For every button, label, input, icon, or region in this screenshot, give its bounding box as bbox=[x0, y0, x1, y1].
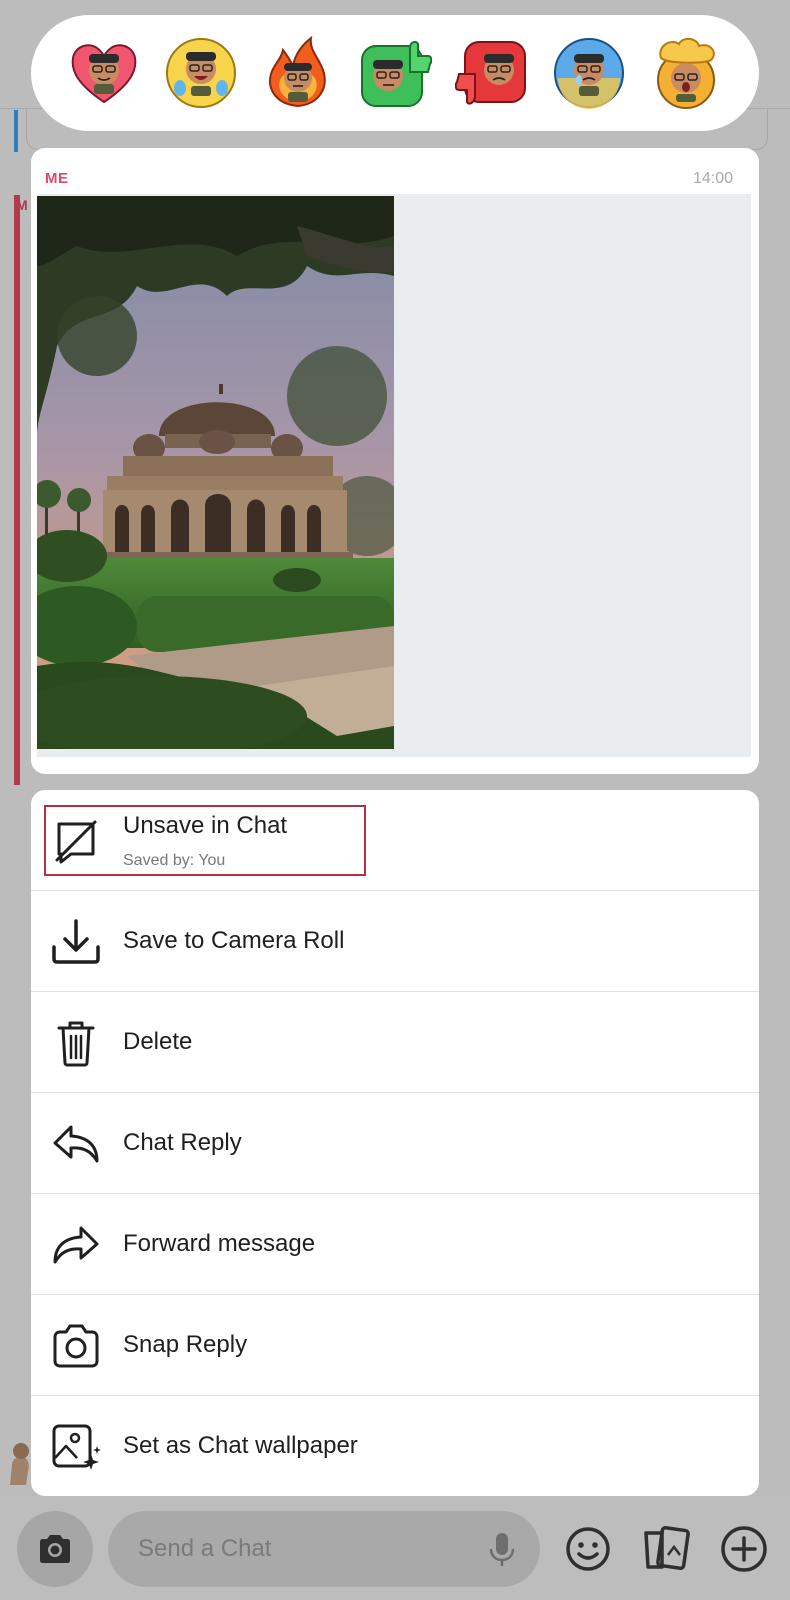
thumbs-down-bitmoji-icon bbox=[455, 41, 527, 105]
heart-bitmoji-icon bbox=[71, 44, 136, 104]
menu-item-label: Unsave in Chat bbox=[123, 812, 288, 839]
add-plus-icon[interactable] bbox=[716, 1521, 772, 1577]
chat-input-placeholder: Send a Chat bbox=[138, 1535, 272, 1562]
forward-arrow-icon bbox=[53, 1226, 99, 1264]
menu-item-label: Delete bbox=[123, 1028, 193, 1055]
menu-item-label: Set as Chat wallpaper bbox=[123, 1432, 358, 1459]
message-sender: ME bbox=[45, 170, 69, 187]
menu-item-label: Forward message bbox=[123, 1230, 316, 1257]
tomb-photo-image bbox=[37, 196, 394, 749]
menu-item-label: Snap Reply bbox=[123, 1331, 248, 1358]
trash-icon bbox=[57, 1021, 95, 1067]
thumbs-up-bitmoji-icon bbox=[360, 40, 432, 107]
reaction-heart-eyes[interactable] bbox=[67, 36, 141, 110]
reaction-crying[interactable] bbox=[552, 36, 626, 110]
reply-arrow-icon bbox=[53, 1125, 99, 1163]
menu-item-forward-message[interactable]: Forward message bbox=[31, 1194, 759, 1295]
mind-blown-bitmoji-icon bbox=[657, 38, 716, 109]
microphone-icon[interactable] bbox=[482, 1529, 522, 1569]
message-media-area bbox=[37, 194, 751, 757]
background-sender-initial: M bbox=[16, 197, 28, 213]
menu-item-save-to-camera-roll[interactable]: Save to Camera Roll bbox=[31, 891, 759, 992]
reaction-thumbs-up[interactable] bbox=[358, 36, 432, 110]
chat-bottom-bar: Send a Chat bbox=[0, 1497, 790, 1600]
reaction-fire[interactable] bbox=[261, 36, 335, 110]
reaction-laughing[interactable] bbox=[164, 36, 238, 110]
message-time: 14:00 bbox=[692, 170, 733, 187]
camera-button[interactable] bbox=[17, 1511, 93, 1587]
menu-item-set-as-chat-wallpaper[interactable]: Set as Chat wallpaper bbox=[31, 1396, 759, 1496]
fire-bitmoji-icon bbox=[268, 36, 326, 108]
crying-bitmoji-icon bbox=[554, 38, 625, 109]
menu-item-chat-reply[interactable]: Chat Reply bbox=[31, 1093, 759, 1194]
menu-item-delete[interactable]: Delete bbox=[31, 992, 759, 1093]
selected-message-card[interactable]: ME 14:00 bbox=[31, 148, 759, 774]
send-chat-input[interactable]: Send a Chat bbox=[108, 1511, 540, 1587]
message-side-bar-red bbox=[14, 195, 20, 785]
wallpaper-icon bbox=[52, 1424, 101, 1470]
partial-bitmoji-avatar bbox=[10, 1443, 29, 1485]
message-side-bar-blue bbox=[14, 110, 18, 152]
camera-icon bbox=[40, 1535, 70, 1563]
menu-item-unsave-in-chat[interactable]: Unsave in Chat Saved by: You bbox=[31, 790, 759, 891]
menu-item-subtitle: Saved by: You bbox=[123, 852, 226, 869]
menu-item-label: Chat Reply bbox=[123, 1129, 242, 1156]
menu-item-snap-reply[interactable]: Snap Reply bbox=[31, 1295, 759, 1396]
sticker-cards-icon[interactable] bbox=[638, 1521, 694, 1577]
reaction-mind-blown[interactable] bbox=[649, 36, 723, 110]
unsave-icon bbox=[55, 820, 97, 864]
reaction-thumbs-down[interactable] bbox=[455, 36, 529, 110]
menu-item-label: Save to Camera Roll bbox=[123, 927, 345, 954]
reaction-bar bbox=[31, 15, 759, 131]
message-photo[interactable] bbox=[37, 196, 394, 749]
emoji-icon[interactable] bbox=[560, 1521, 616, 1577]
camera-icon bbox=[53, 1324, 99, 1368]
laughing-bitmoji-icon bbox=[165, 38, 236, 108]
message-action-menu: Unsave in Chat Saved by: You Save to Cam… bbox=[31, 790, 759, 1496]
download-icon bbox=[52, 919, 100, 964]
message-header: ME 14:00 bbox=[31, 148, 759, 194]
